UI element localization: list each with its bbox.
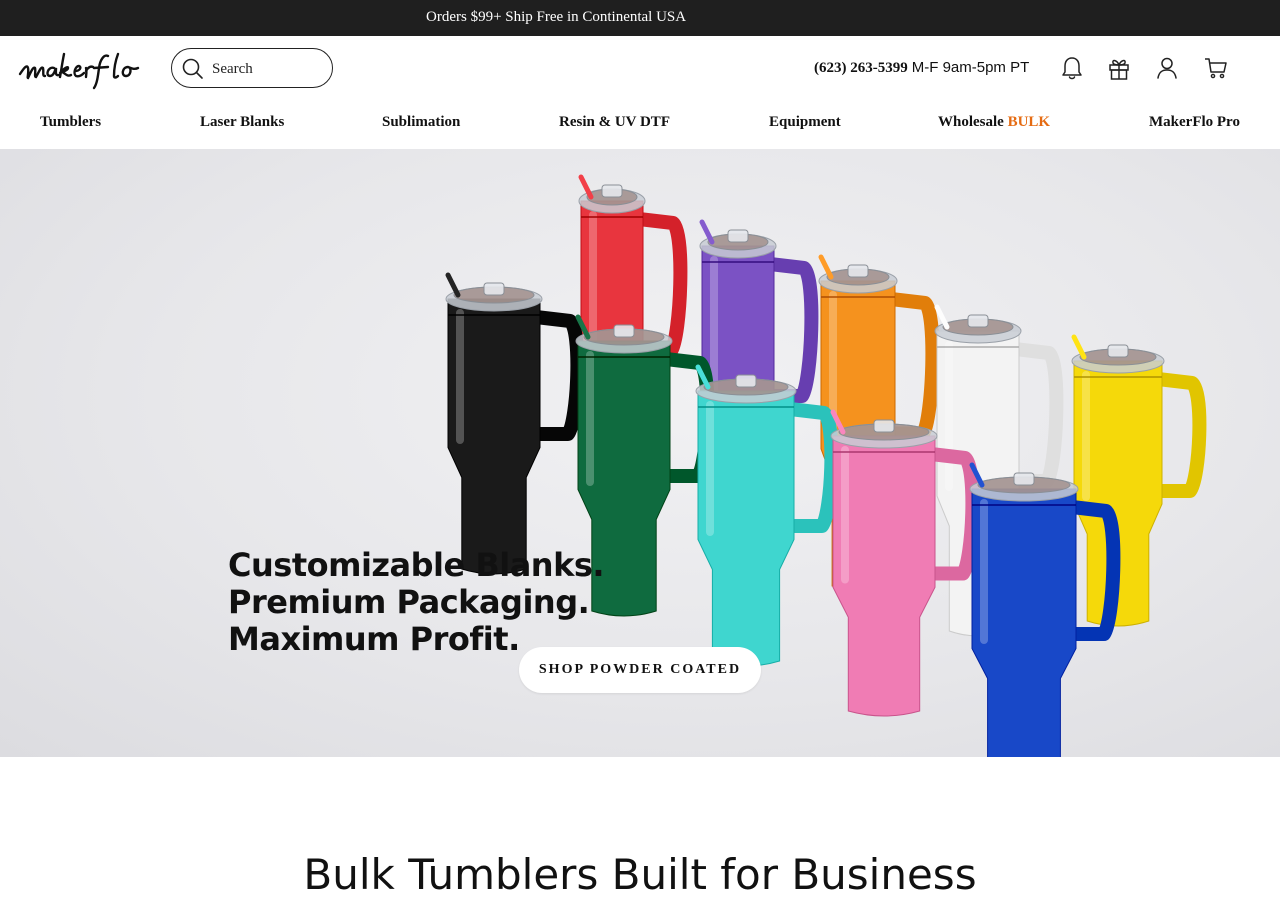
- search-bar[interactable]: [171, 48, 333, 88]
- hero-headline: Customizable Blanks. Premium Packaging. …: [228, 546, 605, 658]
- tumbler: [695, 364, 839, 667]
- nav-item-laser-blanks[interactable]: Laser Blanks: [200, 114, 284, 131]
- search-icon[interactable]: [181, 57, 205, 81]
- hero-headline-line-2: Premium Packaging.: [228, 583, 590, 621]
- nav-item-wholesale-label: Wholesale: [938, 114, 1008, 130]
- tumbler: [445, 272, 585, 575]
- hero-headline-line-1: Customizable Blanks.: [228, 546, 605, 584]
- cart-icon[interactable]: [1202, 54, 1230, 82]
- user-icon[interactable]: [1153, 54, 1181, 82]
- gift-icon[interactable]: [1105, 54, 1133, 82]
- bell-icon[interactable]: [1058, 54, 1086, 82]
- nav-item-wholesale-bulk[interactable]: Wholesale BULK: [938, 114, 1050, 131]
- nav-item-bulk-accent: BULK: [1007, 114, 1051, 130]
- makerflo-logo[interactable]: [18, 46, 160, 90]
- nav-item-equipment[interactable]: Equipment: [769, 114, 841, 131]
- nav-item-resin-uv-dtf[interactable]: Resin & UV DTF: [559, 114, 670, 131]
- section-title: Bulk Tumblers Built for Business: [303, 850, 977, 899]
- hero-banner[interactable]: Customizable Blanks. Premium Packaging. …: [0, 149, 1280, 757]
- nav-item-makerflo-pro[interactable]: MakerFlo Pro: [1149, 114, 1240, 131]
- announcement-bar: Orders $99+ Ship Free in Continental USA: [0, 0, 1280, 36]
- business-hours: M-F 9am-5pm PT: [911, 59, 1030, 76]
- tumbler: [1071, 334, 1207, 627]
- site-header: (623) 263-5399M-F 9am-5pm PT: [0, 36, 1280, 100]
- nav-item-tumblers[interactable]: Tumblers: [40, 114, 101, 131]
- search-input[interactable]: [212, 58, 322, 80]
- nav-item-sublimation[interactable]: Sublimation: [382, 114, 460, 131]
- contact-info: (623) 263-5399 M-F 9am-5pm PT: [814, 59, 1029, 77]
- announcement-text: Orders $99+ Ship Free in Continental USA: [426, 9, 687, 25]
- shop-powder-coated-button[interactable]: SHOP POWDER COATED: [519, 647, 761, 693]
- phone-number[interactable]: (623) 263-5399: [814, 60, 908, 76]
- main-nav: Tumblers Laser Blanks Sublimation Resin …: [0, 100, 1280, 149]
